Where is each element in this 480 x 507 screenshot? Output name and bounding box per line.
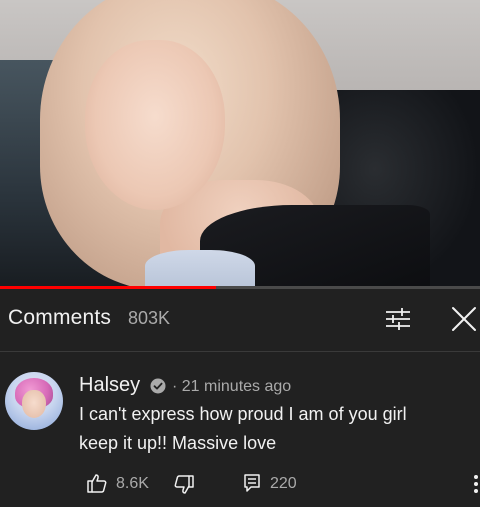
avatar[interactable] <box>5 372 63 430</box>
timestamp-text: 21 minutes ago <box>181 378 292 395</box>
comments-count: 803K <box>128 308 171 328</box>
dislike-button[interactable] <box>173 474 195 496</box>
video-player[interactable] <box>0 0 480 288</box>
comment-text: I can't express how proud I am of you gi… <box>79 404 407 453</box>
comment-timestamp: · 21 minutes ago <box>172 378 291 396</box>
more-options-button[interactable] <box>472 472 480 496</box>
reply-button[interactable] <box>243 473 261 493</box>
like-count: 8.6K <box>116 475 149 492</box>
timestamp-separator: · <box>172 378 178 395</box>
thumbs-down-icon <box>173 474 195 496</box>
filter-button[interactable] <box>383 304 413 334</box>
more-vertical-icon <box>472 472 480 496</box>
like-button[interactable] <box>86 472 108 494</box>
avatar-face <box>22 390 46 418</box>
close-icon <box>449 304 479 334</box>
youtube-comments-screen: Comments 803K Halsey · 21 minutes ago I … <box>0 0 480 507</box>
reply-comment-icon <box>243 473 261 493</box>
video-person-face <box>85 40 225 210</box>
close-button[interactable] <box>449 304 479 334</box>
comments-header: Comments 803K <box>0 289 480 352</box>
sliders-icon <box>383 304 413 334</box>
comments-title: Comments <box>8 306 112 329</box>
verified-check-icon <box>150 378 166 394</box>
comment-item: Halsey · 21 minutes ago I can't express … <box>0 352 480 507</box>
thumbs-up-icon <box>86 472 108 494</box>
comment-author[interactable]: Halsey <box>79 374 140 397</box>
reply-count: 220 <box>270 475 297 492</box>
video-person-top <box>145 250 255 288</box>
